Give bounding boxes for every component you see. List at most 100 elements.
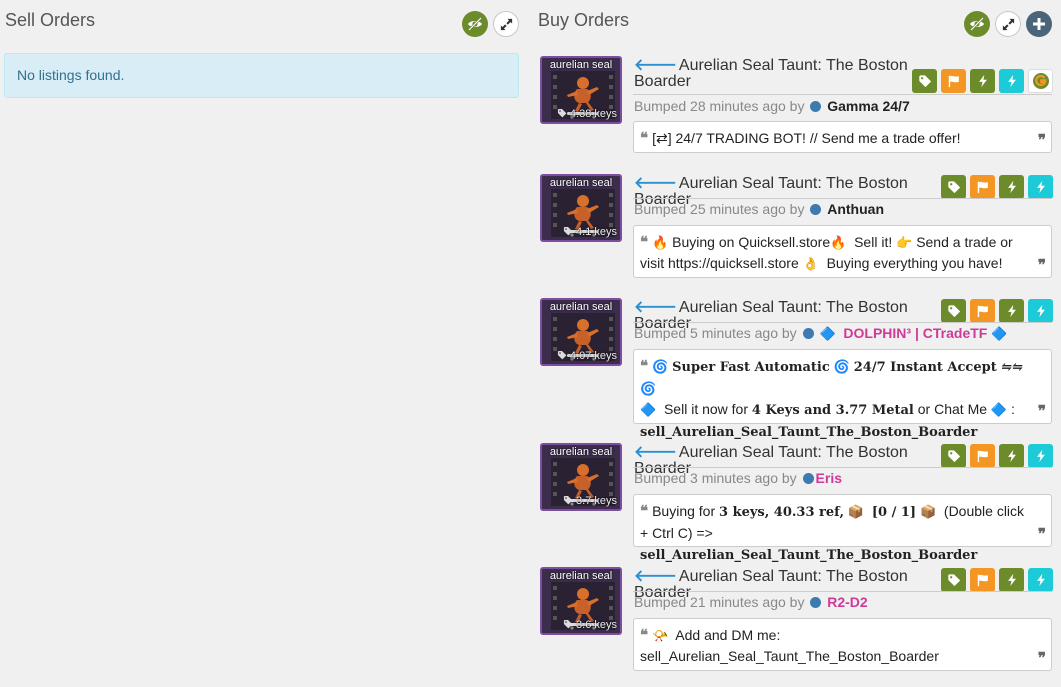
- report-button[interactable]: [970, 299, 995, 323]
- listing-title[interactable]: 🡐 Aurelian Seal Taunt: The Boston Boarder: [634, 58, 914, 90]
- item-image[interactable]: aurelian seal 4.07 keys: [540, 298, 622, 366]
- item-image-name: aurelian seal: [549, 301, 613, 313]
- divider: [633, 322, 1052, 323]
- trade-message: ❝ 🌀 Super Fast Automatic 🌀 24/7 Instant A…: [633, 349, 1052, 440]
- item-image[interactable]: aurelian seal 3.7 keys: [540, 443, 622, 511]
- item-price: 3.6 keys: [563, 619, 617, 631]
- quote-open-icon: ❝: [640, 503, 649, 520]
- bolt-icon: [1005, 74, 1019, 88]
- report-button[interactable]: [970, 444, 995, 468]
- item-image[interactable]: aurelian seal 4.1 keys: [540, 174, 622, 242]
- package-icon: 📦: [847, 504, 865, 519]
- sell-visibility-button[interactable]: [462, 11, 488, 37]
- sell-expand-button[interactable]: [493, 11, 519, 37]
- diamond-icon: 🔷: [640, 402, 657, 417]
- user-link[interactable]: Eris: [816, 470, 842, 486]
- trade-offer-button[interactable]: [1028, 175, 1053, 199]
- quote-close-icon: ❞: [1037, 403, 1046, 420]
- item-image[interactable]: aurelian seal 4.38 keys: [540, 56, 622, 124]
- flag-icon: [976, 180, 990, 194]
- expand-icon: [499, 17, 514, 32]
- fire-icon: 🔥: [652, 235, 669, 250]
- tag-icon: [557, 350, 567, 360]
- instant-trade-button[interactable]: [999, 568, 1024, 592]
- divider: [633, 94, 1052, 95]
- listing-item: aurelian seal 3.6 keys 🡐 Aurelian Seal Ta…: [540, 567, 1060, 672]
- buy-visibility-button[interactable]: [964, 11, 990, 37]
- user-link[interactable]: Anthuan: [827, 201, 884, 217]
- no-listings-alert: No listings found.: [4, 53, 519, 98]
- price-tag-button[interactable]: [941, 299, 966, 323]
- ok-hand-icon: 👌: [802, 256, 819, 271]
- instant-trade-button[interactable]: [999, 175, 1024, 199]
- quote-open-icon: ❝: [640, 358, 649, 375]
- bolt-icon: [1034, 449, 1048, 463]
- trade-message: ❝ 📯 Add and DM me: sell_Aurelian_Seal_Tau…: [633, 618, 1052, 671]
- divider: [633, 198, 1052, 199]
- instant-trade-button[interactable]: [999, 444, 1024, 468]
- buy-expand-button[interactable]: [995, 11, 1021, 37]
- plus-icon: [1033, 18, 1045, 30]
- bot-badge-button[interactable]: [1028, 69, 1053, 93]
- arrow-left-icon: 🡐: [634, 57, 677, 74]
- report-button[interactable]: [941, 69, 966, 93]
- tag-icon: [947, 573, 961, 587]
- trade-offer-button[interactable]: [999, 69, 1024, 93]
- report-button[interactable]: [970, 175, 995, 199]
- item-image-name: aurelian seal: [549, 59, 613, 71]
- trade-offer-button[interactable]: [1028, 568, 1053, 592]
- arrow-left-icon: 🡐: [634, 568, 677, 585]
- tag-icon: [918, 74, 932, 88]
- bumped-info: Bumped 21 minutes ago by R2-D2: [634, 594, 868, 610]
- instant-trade-button[interactable]: [970, 69, 995, 93]
- instant-trade-button[interactable]: [999, 299, 1024, 323]
- cyclone-icon: 🌀: [640, 381, 657, 396]
- price-tag-button[interactable]: [941, 444, 966, 468]
- report-button[interactable]: [970, 568, 995, 592]
- divider: [633, 591, 1052, 592]
- listing-actions: [941, 175, 1053, 199]
- diamond-icon: 🔷: [819, 326, 836, 341]
- buy-orders-title: Buy Orders: [538, 10, 630, 30]
- user-link[interactable]: DOLPHIN³ | CTradeTF: [843, 325, 987, 341]
- bolt-icon: [1034, 304, 1048, 318]
- price-tag-button[interactable]: [941, 568, 966, 592]
- tag-icon: [563, 619, 573, 629]
- arrow-left-icon: 🡐: [634, 299, 677, 316]
- item-image-name: aurelian seal: [549, 570, 613, 582]
- bolt-icon: [1034, 180, 1048, 194]
- item-price: 4.1 keys: [563, 226, 617, 238]
- bolt-icon: [976, 74, 990, 88]
- tag-icon: [947, 304, 961, 318]
- arrow-left-icon: 🡐: [634, 175, 677, 192]
- quote-close-icon: ❞: [1037, 132, 1046, 149]
- horn-icon: 📯: [652, 628, 669, 643]
- item-price: 4.07 keys: [557, 350, 617, 362]
- pointing-hand-icon: 👉: [896, 235, 913, 250]
- trade-offer-button[interactable]: [1028, 299, 1053, 323]
- flag-icon: [947, 74, 961, 88]
- quote-open-icon: ❝: [640, 130, 649, 147]
- price-tag-button[interactable]: [941, 175, 966, 199]
- status-dot-icon: [802, 473, 814, 484]
- quote-close-icon: ❞: [1037, 257, 1046, 274]
- fire-icon: 🔥: [830, 235, 847, 250]
- bolt-icon: [1005, 573, 1019, 587]
- trade-offer-button[interactable]: [1028, 444, 1053, 468]
- cyclone-icon: 🌀: [833, 359, 850, 374]
- bumped-info: Bumped 3 minutes ago by Eris: [634, 470, 843, 486]
- price-tag-button[interactable]: [912, 69, 937, 93]
- status-dot-icon: [810, 204, 822, 215]
- flag-icon: [976, 449, 990, 463]
- user-link[interactable]: R2-D2: [827, 594, 867, 610]
- user-link[interactable]: Gamma 24/7: [827, 98, 910, 114]
- bolt-icon: [1005, 304, 1019, 318]
- eye-icon: [467, 16, 483, 32]
- expand-icon: [1001, 17, 1016, 32]
- add-buy-order-button[interactable]: [1026, 11, 1052, 37]
- listing-actions: [941, 299, 1053, 323]
- sell-orders-title: Sell Orders: [5, 10, 96, 30]
- listing-actions: [941, 444, 1053, 468]
- quote-open-icon: ❝: [640, 234, 649, 251]
- item-image[interactable]: aurelian seal 3.6 keys: [540, 567, 622, 635]
